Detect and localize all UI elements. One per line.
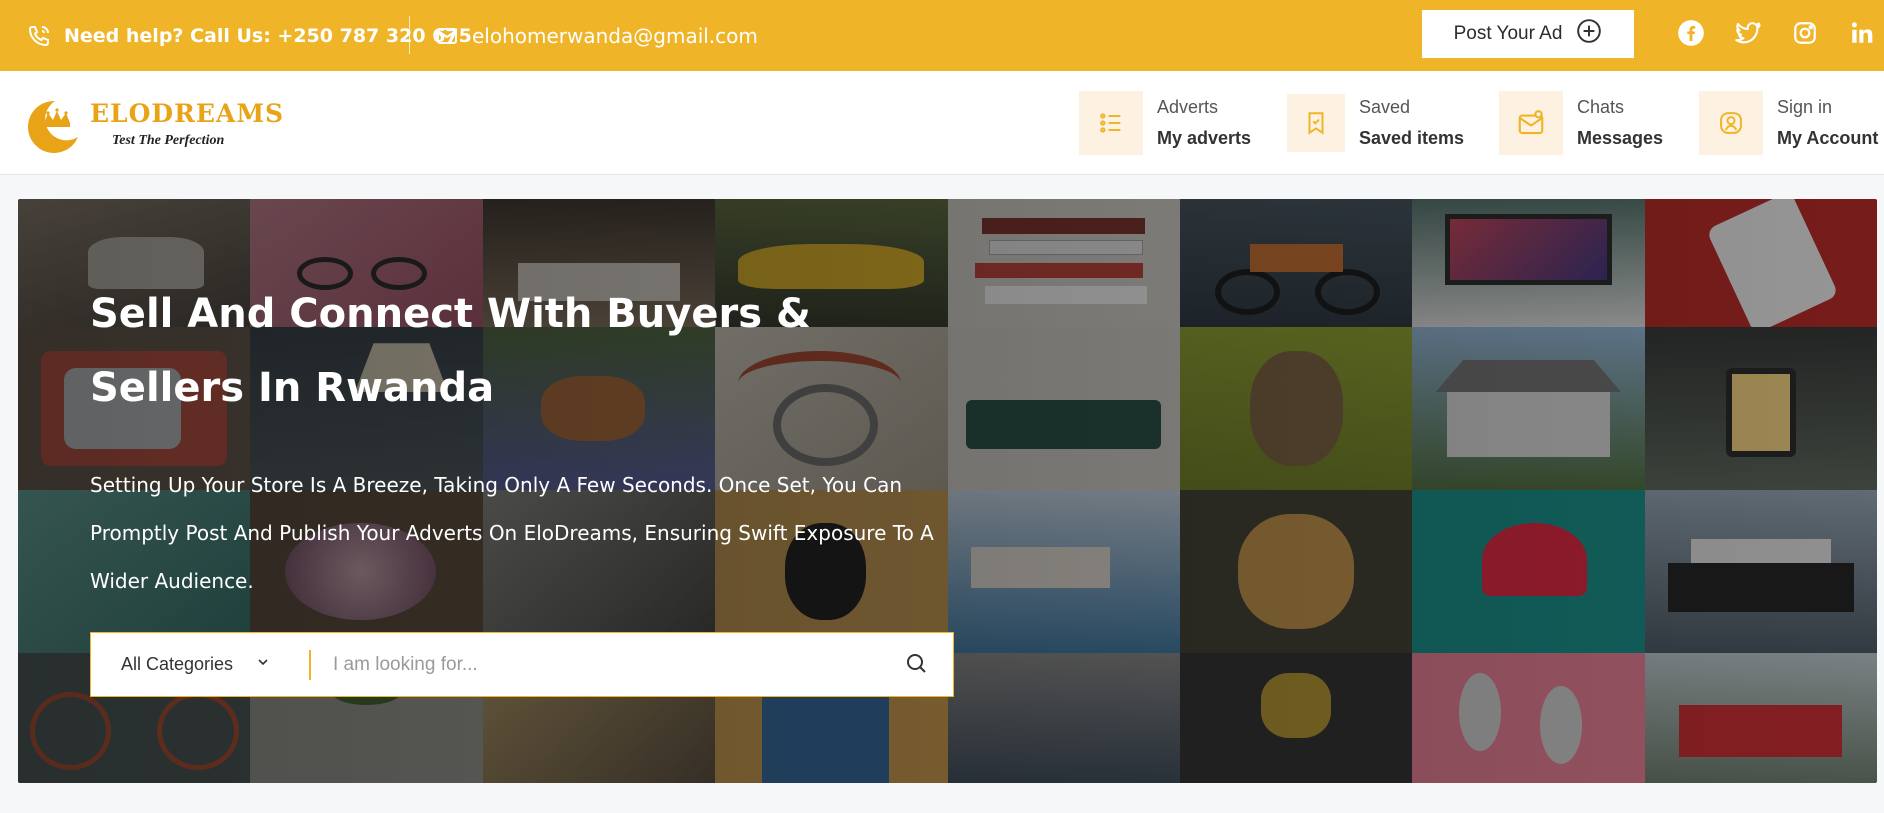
nav-item-chats[interactable]: Chats Messages	[1499, 91, 1663, 155]
instagram-icon[interactable]	[1790, 18, 1820, 48]
phone-icon	[26, 23, 52, 49]
site-logo[interactable]: ELODREAMS Test The Perfection	[24, 93, 283, 155]
hero-subtitle: Setting Up Your Store Is A Breeze, Takin…	[90, 473, 934, 593]
logo-emblem-icon	[28, 100, 78, 153]
top-bar: Need help? Call Us: +250 787 320 675 elo…	[0, 0, 1884, 71]
category-select-label: All Categories	[121, 654, 234, 674]
phone-text: Need help? Call Us: +250 787 320 675	[64, 24, 472, 47]
nav-account-label: My Account	[1777, 128, 1879, 148]
help-email[interactable]: elohomerwanda@gmail.com	[434, 0, 758, 71]
logo-tagline: Test The Perfection	[112, 133, 225, 148]
main-navbar: ELODREAMS Test The Perfection Adverts My…	[0, 71, 1884, 175]
user-icon	[1699, 91, 1763, 155]
facebook-icon[interactable]	[1676, 18, 1706, 48]
email-text: elohomerwanda@gmail.com	[472, 23, 758, 48]
nav-chats-label: Messages	[1577, 128, 1664, 148]
post-ad-label: Post Your Ad	[1453, 23, 1563, 44]
hero-banner: Sell And Connect With Buyers & Sellers I…	[18, 199, 1877, 783]
nav-saved-caption: Saved	[1359, 97, 1411, 117]
nav-adverts-caption: Adverts	[1157, 97, 1219, 117]
search-input[interactable]	[311, 633, 879, 696]
social-links	[1676, 18, 1877, 48]
plus-circle-icon	[1576, 18, 1602, 50]
mail-icon	[1499, 91, 1563, 155]
chevron-down-icon	[255, 654, 271, 675]
nav-item-saved[interactable]: Saved Saved items	[1287, 91, 1464, 155]
nav-adverts-label: My adverts	[1157, 128, 1252, 148]
linkedin-icon[interactable]	[1847, 18, 1877, 48]
nav-account-caption: Sign in	[1777, 97, 1833, 117]
nav-chats-caption: Chats	[1577, 97, 1625, 117]
logo-brand-text: ELODREAMS	[90, 99, 285, 128]
nav-item-adverts[interactable]: Adverts My adverts	[1079, 91, 1251, 155]
mail-icon	[434, 23, 460, 49]
bookmark-icon	[1287, 94, 1345, 152]
twitter-icon[interactable]	[1733, 18, 1763, 48]
category-select[interactable]: All Categories	[91, 633, 309, 696]
nav-item-account[interactable]: Sign in My Account	[1699, 91, 1878, 155]
post-ad-button[interactable]: Post Your Ad	[1422, 10, 1634, 58]
nav-saved-label: Saved items	[1359, 128, 1465, 148]
help-phone[interactable]: Need help? Call Us: +250 787 320 675	[26, 0, 472, 71]
search-button[interactable]	[879, 633, 953, 696]
list-icon	[1079, 91, 1143, 155]
topbar-divider	[409, 16, 410, 54]
search-bar: All Categories	[90, 632, 954, 697]
search-icon	[904, 651, 928, 679]
hero-title: Sell And Connect With Buyers & Sellers I…	[90, 291, 811, 411]
